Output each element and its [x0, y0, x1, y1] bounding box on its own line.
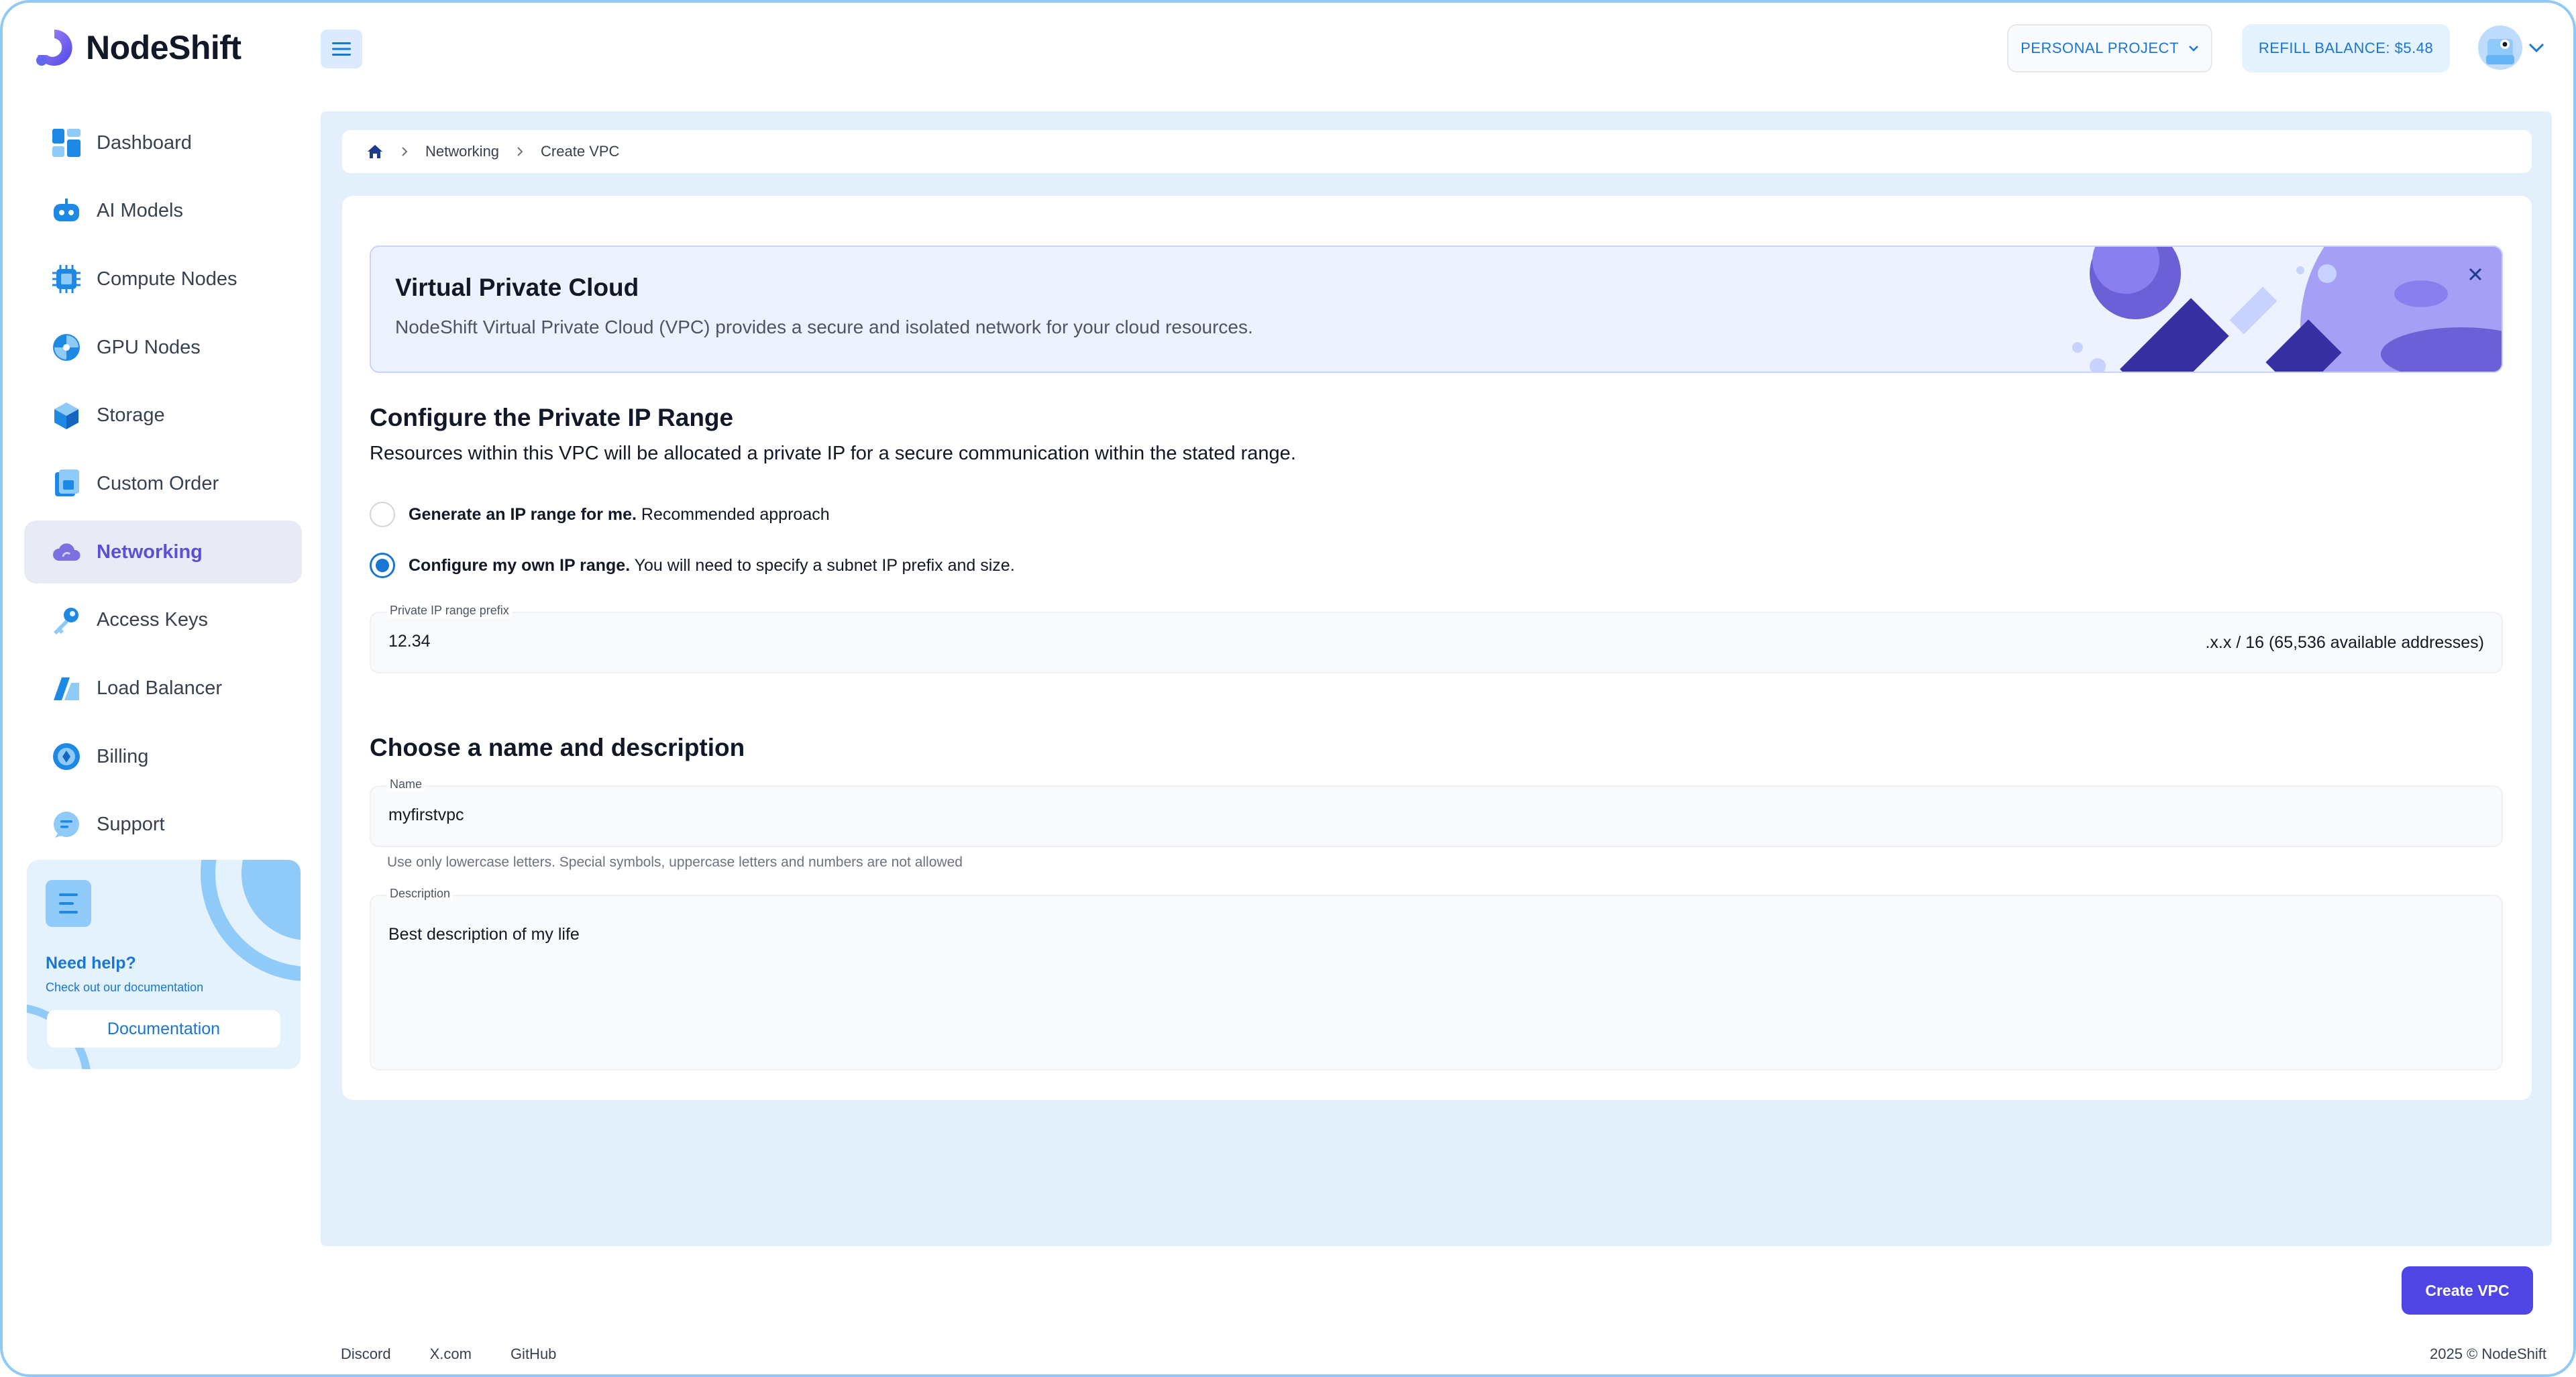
robot-icon: [54, 198, 79, 221]
project-label: PERSONAL PROJECT: [2021, 40, 2179, 56]
sidebar: Dashboard AI Models Compute Nodes GPU No…: [24, 111, 302, 862]
help-card: Need help? Check out our documentation D…: [27, 860, 301, 1069]
sidebar-item-label: Dashboard: [97, 131, 192, 154]
footer-links: Discord X.com GitHub: [341, 1345, 556, 1363]
footer-link-discord[interactable]: Discord: [341, 1345, 391, 1363]
description-textarea[interactable]: [388, 923, 2468, 1057]
ip-section-description: Resources within this VPC will be alloca…: [370, 443, 1296, 464]
banner-description: NodeShift Virtual Private Cloud (VPC) pr…: [395, 317, 1253, 337]
name-field[interactable]: Name: [370, 777, 2503, 847]
sidebar-item-storage[interactable]: Storage: [24, 384, 302, 447]
cube-icon: [54, 402, 78, 429]
name-section-title: Choose a name and description: [370, 734, 745, 761]
field-label: Description: [387, 887, 453, 901]
help-subtitle: Check out our documentation: [46, 981, 204, 994]
chevron-right-icon: [402, 147, 408, 156]
balancer-icon: [54, 677, 79, 700]
field-label: Name: [387, 777, 425, 791]
banner-title: Virtual Private Cloud: [395, 274, 639, 301]
sidebar-item-label: Access Keys: [97, 609, 208, 631]
sidebar-item-label: Load Balancer: [97, 677, 223, 699]
description-field[interactable]: Description: [370, 887, 2503, 1070]
chip-icon: [52, 265, 80, 294]
chevron-down-icon: [2189, 46, 2198, 52]
breadcrumb: Networking Create VPC: [342, 130, 2532, 173]
menu-toggle-button[interactable]: [321, 30, 362, 68]
option-bold: Generate an IP range for me.: [409, 504, 637, 524]
refill-label: REFILL BALANCE: $5.48: [2258, 40, 2434, 56]
order-icon: [55, 470, 79, 497]
create-vpc-button[interactable]: Create VPC: [2402, 1266, 2533, 1315]
name-input[interactable]: [388, 806, 2468, 825]
sidebar-item-access-keys[interactable]: Access Keys: [24, 589, 302, 652]
ip-prefix-input[interactable]: [388, 632, 1998, 651]
footer-link-x[interactable]: X.com: [430, 1345, 472, 1363]
chevron-down-icon: [2528, 43, 2544, 53]
sidebar-item-label: Support: [97, 814, 165, 836]
sidebar-item-label: Compute Nodes: [97, 268, 237, 290]
sidebar-item-custom-order[interactable]: Custom Order: [24, 452, 302, 515]
help-title: Need help?: [46, 954, 136, 973]
sidebar-item-label: Storage: [97, 404, 165, 427]
option-bold: Configure my own IP range.: [409, 555, 631, 575]
sidebar-item-load-balancer[interactable]: Load Balancer: [24, 657, 302, 720]
sidebar-item-networking[interactable]: Networking: [24, 520, 302, 584]
breadcrumb-current: Create VPC: [541, 143, 620, 160]
ip-range-suffix: .x.x / 16 (65,536 available addresses): [2205, 633, 2484, 652]
ip-prefix-field[interactable]: Private IP range prefix .x.x / 16 (65,53…: [370, 604, 2503, 673]
option-text: Configure my own IP range. You will need…: [409, 556, 1015, 575]
cloud-icon: [53, 543, 80, 561]
sidebar-item-dashboard[interactable]: Dashboard: [24, 111, 302, 174]
option-rest: You will need to specify a subnet IP pre…: [630, 555, 1015, 575]
radio-generate[interactable]: [370, 502, 395, 527]
brand-name: NodeShift: [86, 29, 241, 66]
radio-configure[interactable]: [370, 553, 395, 578]
ip-section-title: Configure the Private IP Range: [370, 404, 734, 431]
robot-avatar-icon: [2478, 25, 2522, 70]
home-icon[interactable]: [366, 144, 384, 160]
hamburger-icon: [332, 42, 351, 56]
breadcrumb-networking[interactable]: Networking: [425, 143, 499, 160]
sidebar-item-billing[interactable]: Billing: [24, 725, 302, 788]
satellite-illustration: [2072, 247, 2502, 372]
key-icon: [54, 607, 78, 635]
document-icon: [46, 880, 91, 927]
sidebar-item-label: Custom Order: [97, 472, 219, 494]
project-selector-button[interactable]: PERSONAL PROJECT: [2007, 24, 2212, 72]
close-icon[interactable]: [2465, 264, 2485, 284]
option-generate-ip-range[interactable]: Generate an IP range for me. Recommended…: [370, 502, 830, 527]
gpu-icon: [53, 334, 80, 362]
chat-icon: [54, 811, 79, 838]
option-rest: Recommended approach: [636, 504, 830, 524]
field-label: Private IP range prefix: [387, 604, 512, 618]
sidebar-item-label: Billing: [97, 745, 149, 767]
avatar: [2478, 25, 2522, 70]
sidebar-item-label: GPU Nodes: [97, 336, 201, 358]
chevron-right-icon: [517, 147, 523, 156]
sidebar-item-ai-models[interactable]: AI Models: [24, 180, 302, 243]
billing-icon: [53, 743, 80, 771]
option-configure-ip-range[interactable]: Configure my own IP range. You will need…: [370, 553, 1015, 578]
sidebar-item-label: Networking: [97, 541, 203, 563]
name-hint: Use only lowercase letters. Special symb…: [387, 855, 963, 870]
sidebar-item-compute-nodes[interactable]: Compute Nodes: [24, 247, 302, 311]
dashboard-icon: [52, 129, 80, 157]
footer-link-github[interactable]: GitHub: [511, 1345, 556, 1363]
app-window: NodeShift PERSONAL PROJECT REFILL BALANC…: [0, 0, 2576, 1377]
user-menu[interactable]: [2478, 25, 2545, 70]
sidebar-item-gpu-nodes[interactable]: GPU Nodes: [24, 316, 302, 379]
vpc-info-banner: Virtual Private Cloud NodeShift Virtual …: [370, 245, 2503, 373]
documentation-button[interactable]: Documentation: [47, 1010, 280, 1048]
option-text: Generate an IP range for me. Recommended…: [409, 505, 830, 525]
refill-balance-button[interactable]: REFILL BALANCE: $5.48: [2242, 24, 2450, 72]
copyright: 2025 © NodeShift: [2430, 1345, 2546, 1362]
nodeshift-logo-icon: [36, 30, 72, 66]
logo[interactable]: NodeShift: [32, 25, 241, 70]
sidebar-item-label: AI Models: [97, 200, 183, 222]
sidebar-item-support[interactable]: Support: [24, 793, 302, 857]
